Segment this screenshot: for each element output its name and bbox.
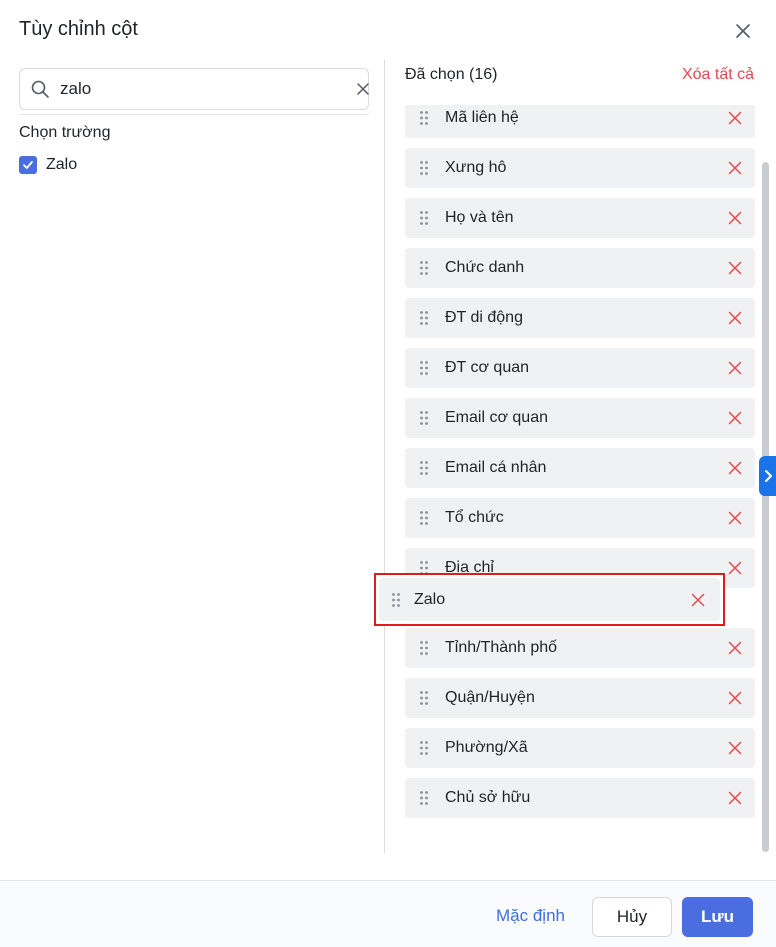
reset-default-button[interactable]: Mặc định xyxy=(496,906,565,926)
search-field xyxy=(19,68,369,110)
drag-handle-icon[interactable] xyxy=(419,210,429,226)
selected-item[interactable]: ĐT di động xyxy=(405,298,755,338)
remove-icon[interactable] xyxy=(728,791,742,805)
selected-list: Mã liên hệ Xưng hô Họ và tên Chức danh ĐT di… xyxy=(405,105,755,850)
check-icon xyxy=(23,161,33,169)
checkbox[interactable] xyxy=(19,156,37,174)
selected-item-label: Họ và tên xyxy=(445,209,514,226)
selected-item[interactable]: Email cơ quan xyxy=(405,398,755,438)
dialog-title: Tùy chỉnh cột xyxy=(19,18,138,40)
selected-item[interactable]: Phường/Xã xyxy=(405,728,755,768)
side-panel-toggle[interactable] xyxy=(759,456,776,496)
remove-icon[interactable] xyxy=(728,411,742,425)
selected-item[interactable]: Email cá nhân xyxy=(405,448,755,488)
selected-item-label: Tổ chức xyxy=(445,509,504,526)
selected-item-label: Chức danh xyxy=(445,259,525,276)
drag-handle-icon[interactable] xyxy=(419,160,429,176)
clear-all-button[interactable]: Xóa tất cả xyxy=(682,66,754,84)
selected-item-label: Email cơ quan xyxy=(445,409,548,426)
remove-icon[interactable] xyxy=(691,593,705,607)
drag-handle-icon[interactable] xyxy=(419,110,429,126)
field-section-label: Chọn trường xyxy=(19,124,111,141)
selected-item[interactable]: Xưng hô xyxy=(405,148,755,188)
drag-handle-icon[interactable] xyxy=(419,740,429,756)
clear-icon[interactable] xyxy=(356,82,370,96)
selected-count-title: Đã chọn (16) xyxy=(405,66,498,83)
chevron-right-icon xyxy=(764,470,772,482)
search-divider xyxy=(19,114,369,115)
search-icon xyxy=(31,80,49,98)
remove-icon[interactable] xyxy=(728,261,742,275)
selected-item[interactable]: Mã liên hệ xyxy=(405,105,755,138)
selected-item-label: Email cá nhân xyxy=(445,459,547,476)
scrollbar-thumb[interactable] xyxy=(762,162,769,852)
remove-icon[interactable] xyxy=(728,461,742,475)
dragging-item-highlight: Zalo xyxy=(374,573,725,626)
remove-icon[interactable] xyxy=(728,561,742,575)
remove-icon[interactable] xyxy=(728,641,742,655)
selected-item-label: Phường/Xã xyxy=(445,739,528,756)
drag-handle-icon[interactable] xyxy=(419,360,429,376)
drag-handle-icon[interactable] xyxy=(419,460,429,476)
remove-icon[interactable] xyxy=(728,511,742,525)
drag-handle-icon[interactable] xyxy=(419,310,429,326)
column-divider xyxy=(384,60,385,853)
drag-handle-icon[interactable] xyxy=(419,510,429,526)
remove-icon[interactable] xyxy=(728,361,742,375)
remove-icon[interactable] xyxy=(728,111,742,125)
selected-item-label: Chủ sở hữu xyxy=(445,789,531,806)
field-option-zalo[interactable]: Zalo xyxy=(19,156,77,174)
selected-item[interactable]: Tỉnh/Thành phố xyxy=(405,628,755,668)
save-button[interactable]: Lưu xyxy=(682,897,753,937)
remove-icon[interactable] xyxy=(728,691,742,705)
close-icon[interactable] xyxy=(733,21,753,41)
dragging-item-label: Zalo xyxy=(414,591,446,608)
selected-item-label: ĐT cơ quan xyxy=(445,359,530,376)
drag-handle-icon[interactable] xyxy=(391,592,401,608)
selected-item-label: Mã liên hệ xyxy=(445,109,519,126)
remove-icon[interactable] xyxy=(728,161,742,175)
search-input[interactable] xyxy=(60,77,330,101)
selected-item-label: Quận/Huyện xyxy=(445,689,535,706)
selected-item-label: Xưng hô xyxy=(445,159,507,176)
selected-item[interactable]: Chức danh xyxy=(405,248,755,288)
cancel-button[interactable]: Hủy xyxy=(592,897,672,937)
drag-handle-icon[interactable] xyxy=(419,260,429,276)
drag-handle-icon[interactable] xyxy=(419,690,429,706)
drag-handle-icon[interactable] xyxy=(419,410,429,426)
selected-item-label: ĐT di động xyxy=(445,309,523,326)
selected-item[interactable]: Quận/Huyện xyxy=(405,678,755,718)
selected-item[interactable]: ĐT cơ quan xyxy=(405,348,755,388)
remove-icon[interactable] xyxy=(728,311,742,325)
drag-handle-icon[interactable] xyxy=(419,790,429,806)
remove-icon[interactable] xyxy=(728,741,742,755)
remove-icon[interactable] xyxy=(728,211,742,225)
selected-item-label: Tỉnh/Thành phố xyxy=(445,639,558,656)
field-option-label: Zalo xyxy=(46,156,78,173)
drag-handle-icon[interactable] xyxy=(419,640,429,656)
selected-item[interactable]: Chủ sở hữu xyxy=(405,778,755,818)
dragging-item[interactable]: Zalo xyxy=(379,578,720,621)
selected-item[interactable]: Tổ chức xyxy=(405,498,755,538)
selected-item[interactable]: Họ và tên xyxy=(405,198,755,238)
